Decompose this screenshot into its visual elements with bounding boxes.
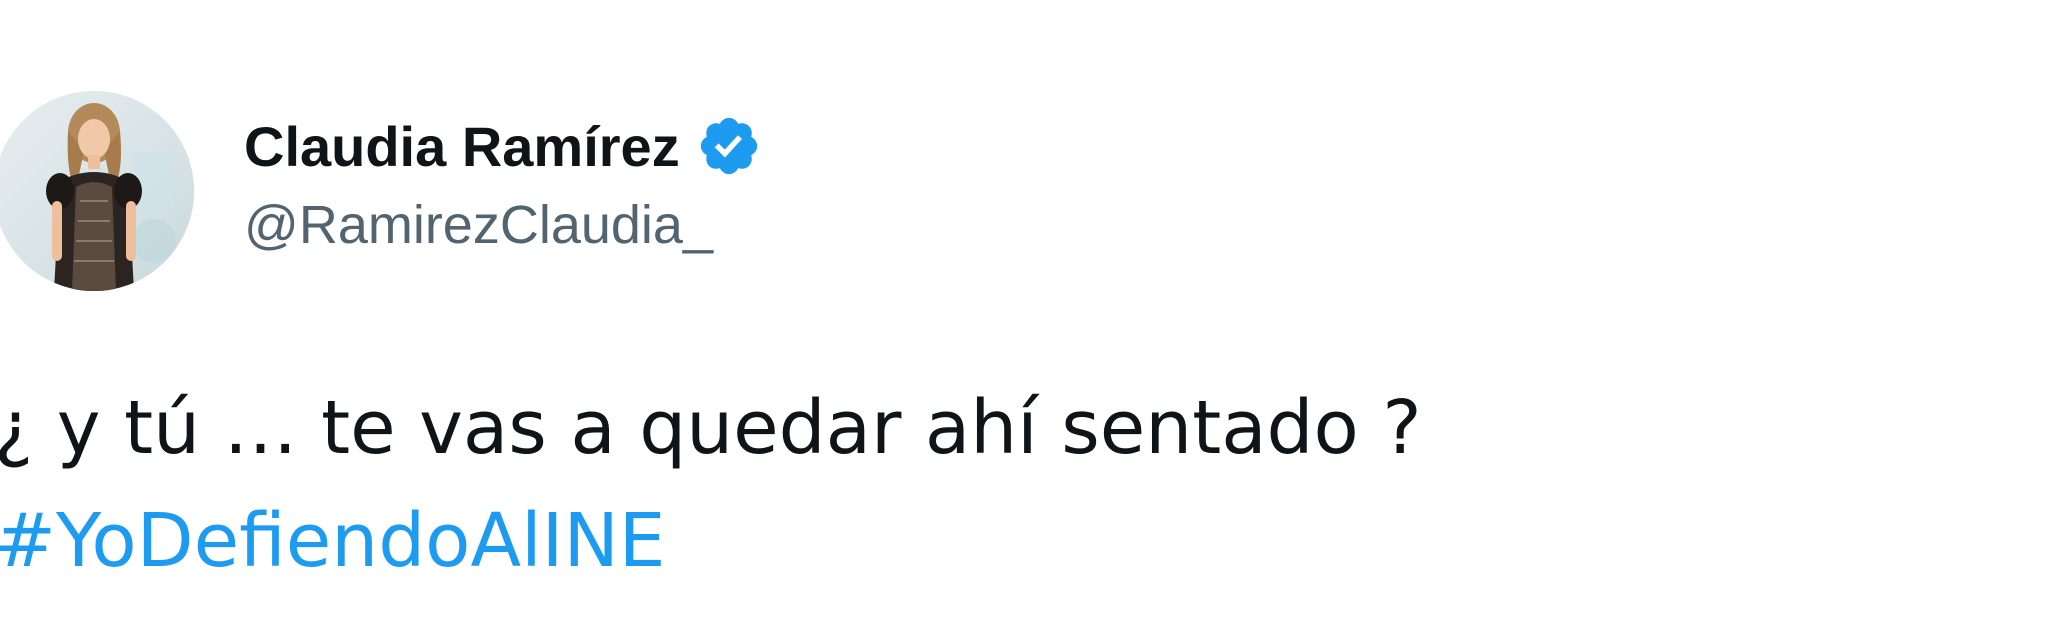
tweet-text: ¿ y tú … te vas a quedar ahí sentado ? #… [0,372,2034,598]
verified-badge-icon [696,113,762,179]
user-handle[interactable]: @RamirezClaudia_ [244,194,762,256]
profile-photo-icon [0,91,194,291]
tweet-text-line: ¿ y tú … te vas a quedar ahí sentado ? [0,385,1422,471]
tweet-card: Claudia Ramírez @RamirezClaudia_ ¿ y tú … [0,0,2058,620]
display-name[interactable]: Claudia Ramírez [244,114,680,179]
avatar[interactable] [0,91,194,291]
hashtag-link[interactable]: #YoDefiendoAlINE [0,485,2034,598]
author-info: Claudia Ramírez @RamirezClaudia_ [244,110,762,256]
name-row: Claudia Ramírez [244,110,762,182]
